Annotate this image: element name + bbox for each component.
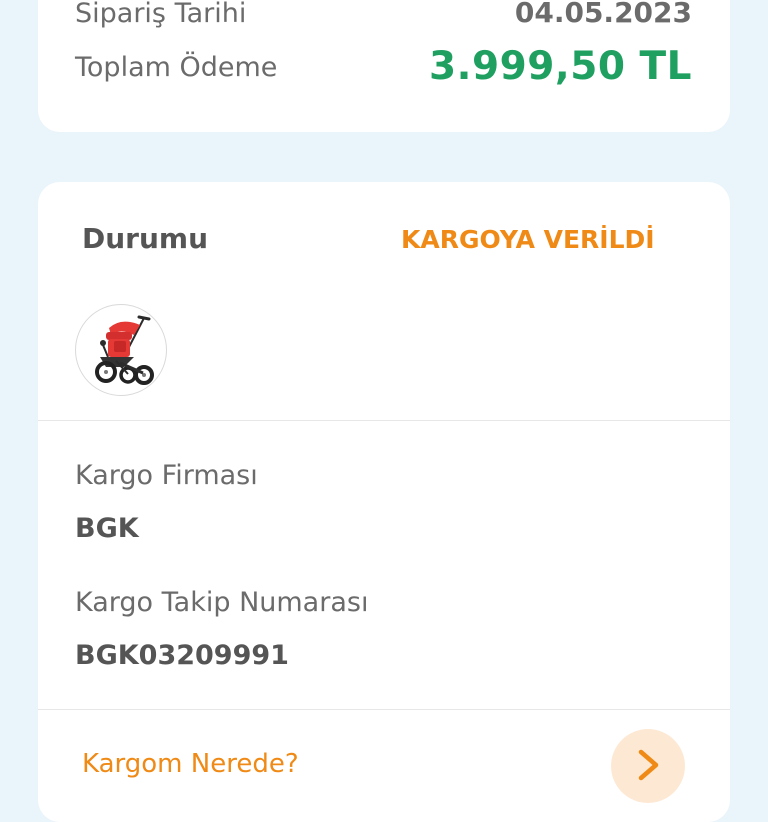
status-label: Durumu	[82, 222, 209, 255]
where-is-my-cargo-link[interactable]: Kargom Nerede?	[82, 749, 299, 779]
shipment-status-card: Durumu KARGOYA VERİLDİ Kargo Firması BGK…	[38, 182, 730, 822]
status-value: KARGOYA VERİLDİ	[401, 225, 655, 254]
order-date-label: Sipariş Tarihi	[75, 0, 247, 29]
total-payment-value: 3.999,50 TL	[429, 44, 692, 89]
order-date-value: 04.05.2023	[514, 0, 692, 29]
tricycle-image	[77, 306, 165, 394]
section-divider	[38, 420, 730, 421]
product-thumbnail[interactable]	[75, 304, 167, 396]
total-payment-label: Toplam Ödeme	[75, 52, 278, 83]
tracking-number-label: Kargo Takip Numarası	[75, 587, 369, 618]
carrier-value: BGK	[75, 513, 139, 544]
chevron-right-icon	[638, 749, 659, 781]
track-shipment-button[interactable]	[611, 729, 685, 803]
tracking-number-value: BGK03209991	[75, 640, 289, 671]
carrier-label: Kargo Firması	[75, 460, 258, 491]
section-divider	[38, 709, 730, 710]
order-summary-card: Sipariş Tarihi 04.05.2023 Toplam Ödeme 3…	[38, 0, 730, 132]
